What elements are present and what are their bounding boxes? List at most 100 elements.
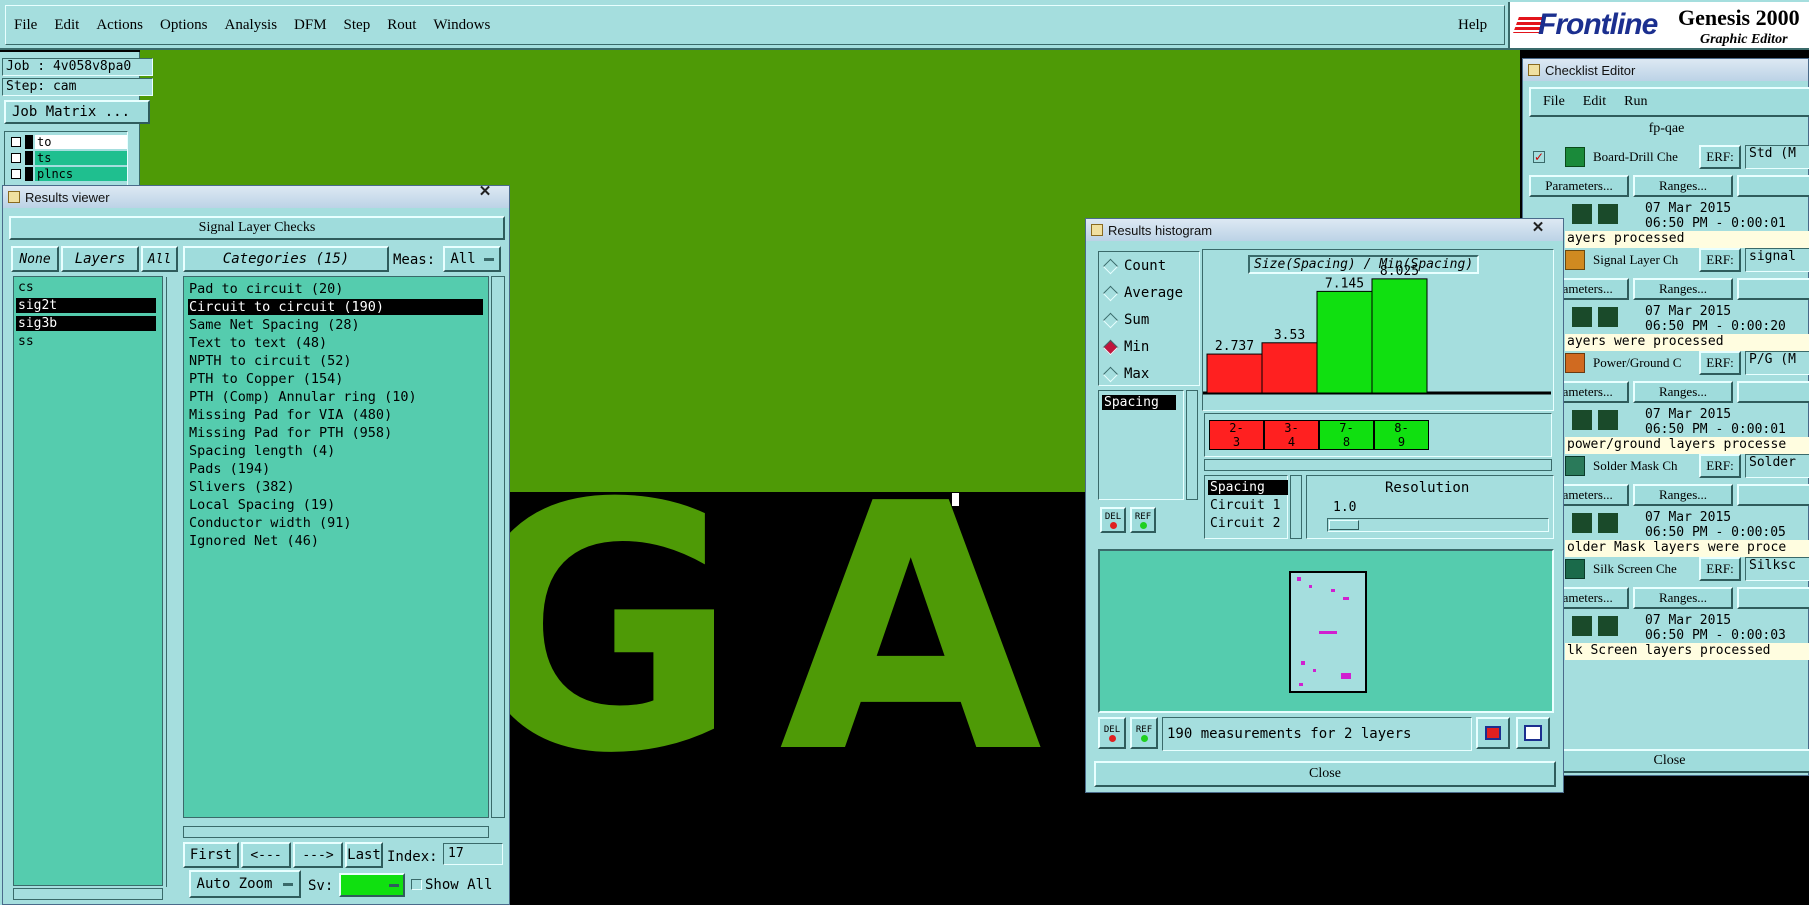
ranges-button[interactable]: Ranges... (1633, 381, 1733, 403)
ranges-button[interactable]: Ranges... (1633, 484, 1733, 506)
category-item[interactable]: Circuit to circuit (190) (188, 299, 483, 315)
parameters-button[interactable]: Parameters... (1529, 175, 1629, 197)
category-list[interactable]: Pad to circuit (20) Circuit to circuit (… (183, 276, 489, 818)
checklist-menu-file[interactable]: File (1543, 94, 1565, 110)
list-item[interactable]: sig3b (16, 316, 156, 331)
show-icon[interactable] (1597, 615, 1619, 637)
run-icon[interactable] (1571, 306, 1593, 328)
category-item[interactable]: Pads (194) (188, 461, 483, 477)
run-icon[interactable] (1571, 615, 1593, 637)
ref-button[interactable]: REF (1130, 507, 1156, 533)
run-icon[interactable] (1571, 203, 1593, 225)
resolution-slider[interactable] (1327, 518, 1549, 532)
category-label[interactable]: 7- 8 (1319, 420, 1374, 450)
mode-option[interactable]: Sum (1102, 312, 1149, 328)
checkbox-icon[interactable]: ✓ (1533, 151, 1545, 163)
results-viewer-titlebar[interactable]: Results viewer (3, 186, 509, 208)
category-item[interactable]: Conductor width (91) (188, 515, 483, 531)
spacing-list[interactable]: Spacing (1098, 390, 1184, 500)
erf-field[interactable]: Silksc (1745, 557, 1809, 581)
checklist-menu-edit[interactable]: Edit (1583, 94, 1606, 110)
show-icon[interactable] (1597, 409, 1619, 431)
layer-filter-list[interactable]: cs sig2t sig3b ss (13, 276, 180, 887)
mode-option[interactable]: Min (1102, 339, 1149, 355)
erf-field[interactable]: Std (M (1745, 145, 1809, 169)
menu-file[interactable]: File (14, 17, 37, 34)
measurement-list[interactable]: Spacing Circuit 1 Circuit 2 (1204, 475, 1288, 539)
action-name[interactable]: Solder Mask Ch (1593, 458, 1678, 474)
last-button[interactable]: Last (345, 842, 383, 868)
menu-edit[interactable]: Edit (54, 17, 79, 34)
show-icon[interactable] (1597, 203, 1619, 225)
category-item[interactable]: Missing Pad for VIA (480) (188, 407, 483, 423)
category-label[interactable]: 3- 4 (1264, 420, 1319, 450)
show-icon[interactable] (1597, 306, 1619, 328)
next-button[interactable]: ---> (293, 842, 343, 868)
category-horizontal-scrollbar[interactable] (183, 826, 489, 838)
erf-field[interactable]: Solder (1745, 454, 1809, 478)
category-vertical-scrollbar[interactable] (491, 276, 505, 818)
show-icon[interactable] (1597, 512, 1619, 534)
category-item[interactable]: Missing Pad for PTH (958) (188, 425, 483, 441)
menu-analysis[interactable]: Analysis (225, 17, 278, 34)
layer-row[interactable]: ts (7, 151, 127, 165)
more-button[interactable] (1737, 587, 1809, 609)
none-button[interactable]: None (11, 246, 59, 272)
run-icon[interactable] (1571, 512, 1593, 534)
vertical-scrollbar[interactable] (166, 277, 180, 887)
chart-scrollbar[interactable] (1204, 459, 1552, 471)
more-button[interactable] (1737, 381, 1809, 403)
auto-zoom-dropdown[interactable]: Auto Zoom (189, 870, 301, 898)
layer-row[interactable]: to (7, 135, 127, 149)
zoom-fit-icon[interactable] (1516, 717, 1550, 749)
histogram-close-button[interactable]: Close (1094, 761, 1556, 787)
layer-row[interactable]: plncs (7, 167, 127, 181)
sv-color-dropdown[interactable] (339, 873, 405, 897)
zoom-window-icon[interactable] (1476, 717, 1510, 749)
checklist-titlebar[interactable]: Checklist Editor (1523, 59, 1808, 81)
list-item[interactable]: Spacing (1208, 480, 1288, 495)
show-all-checkbox[interactable] (411, 879, 422, 890)
category-label[interactable]: 8- 9 (1374, 420, 1429, 450)
all-button[interactable]: All (141, 246, 178, 272)
more-button[interactable] (1737, 484, 1809, 506)
checklist-menu-run[interactable]: Run (1624, 94, 1647, 110)
category-item[interactable]: Pad to circuit (20) (188, 281, 483, 297)
menu-rout[interactable]: Rout (387, 17, 416, 34)
histogram-chart[interactable]: 2.737 3.53 7.145 8.025 (1203, 250, 1551, 410)
mode-option[interactable]: Average (1102, 285, 1183, 301)
meas-dropdown[interactable]: All (443, 246, 501, 272)
menu-options[interactable]: Options (160, 17, 208, 34)
ref-button[interactable]: REF (1130, 717, 1158, 749)
checklist-close-button[interactable]: Close (1527, 749, 1809, 773)
menu-windows[interactable]: Windows (433, 17, 490, 34)
categories-button[interactable]: Categories (15) (183, 246, 389, 272)
category-item[interactable]: Local Spacing (19) (188, 497, 483, 513)
list-item[interactable]: Circuit 1 (1208, 498, 1288, 513)
category-item[interactable]: PTH (Comp) Annular ring (10) (188, 389, 483, 405)
menu-actions[interactable]: Actions (96, 17, 143, 34)
layers-button[interactable]: Layers (61, 246, 139, 272)
index-input[interactable]: 17 (443, 843, 503, 865)
spacing-scrollbar[interactable] (1186, 390, 1198, 500)
preview-panel[interactable] (1098, 549, 1554, 713)
ranges-button[interactable]: Ranges... (1633, 587, 1733, 609)
job-matrix-button[interactable]: Job Matrix ... (4, 100, 150, 124)
histogram-bar[interactable] (1371, 278, 1428, 394)
category-item[interactable]: PTH to Copper (154) (188, 371, 483, 387)
histogram-bar[interactable] (1206, 353, 1263, 394)
erf-field[interactable]: signal (1745, 248, 1809, 272)
histogram-bar[interactable] (1316, 290, 1373, 394)
del-button[interactable]: DEL (1100, 507, 1126, 533)
horizontal-scrollbar[interactable] (13, 888, 163, 900)
ranges-button[interactable]: Ranges... (1633, 278, 1733, 300)
slider-handle[interactable] (1329, 520, 1359, 530)
first-button[interactable]: First (183, 842, 239, 868)
mode-option[interactable]: Max (1102, 366, 1149, 382)
more-button[interactable] (1737, 175, 1809, 197)
list-item[interactable]: Spacing (1102, 395, 1176, 410)
close-icon[interactable]: ✕ (465, 184, 505, 202)
list-item[interactable]: ss (16, 334, 156, 349)
category-item[interactable]: Slivers (382) (188, 479, 483, 495)
list-item[interactable]: sig2t (16, 298, 156, 313)
